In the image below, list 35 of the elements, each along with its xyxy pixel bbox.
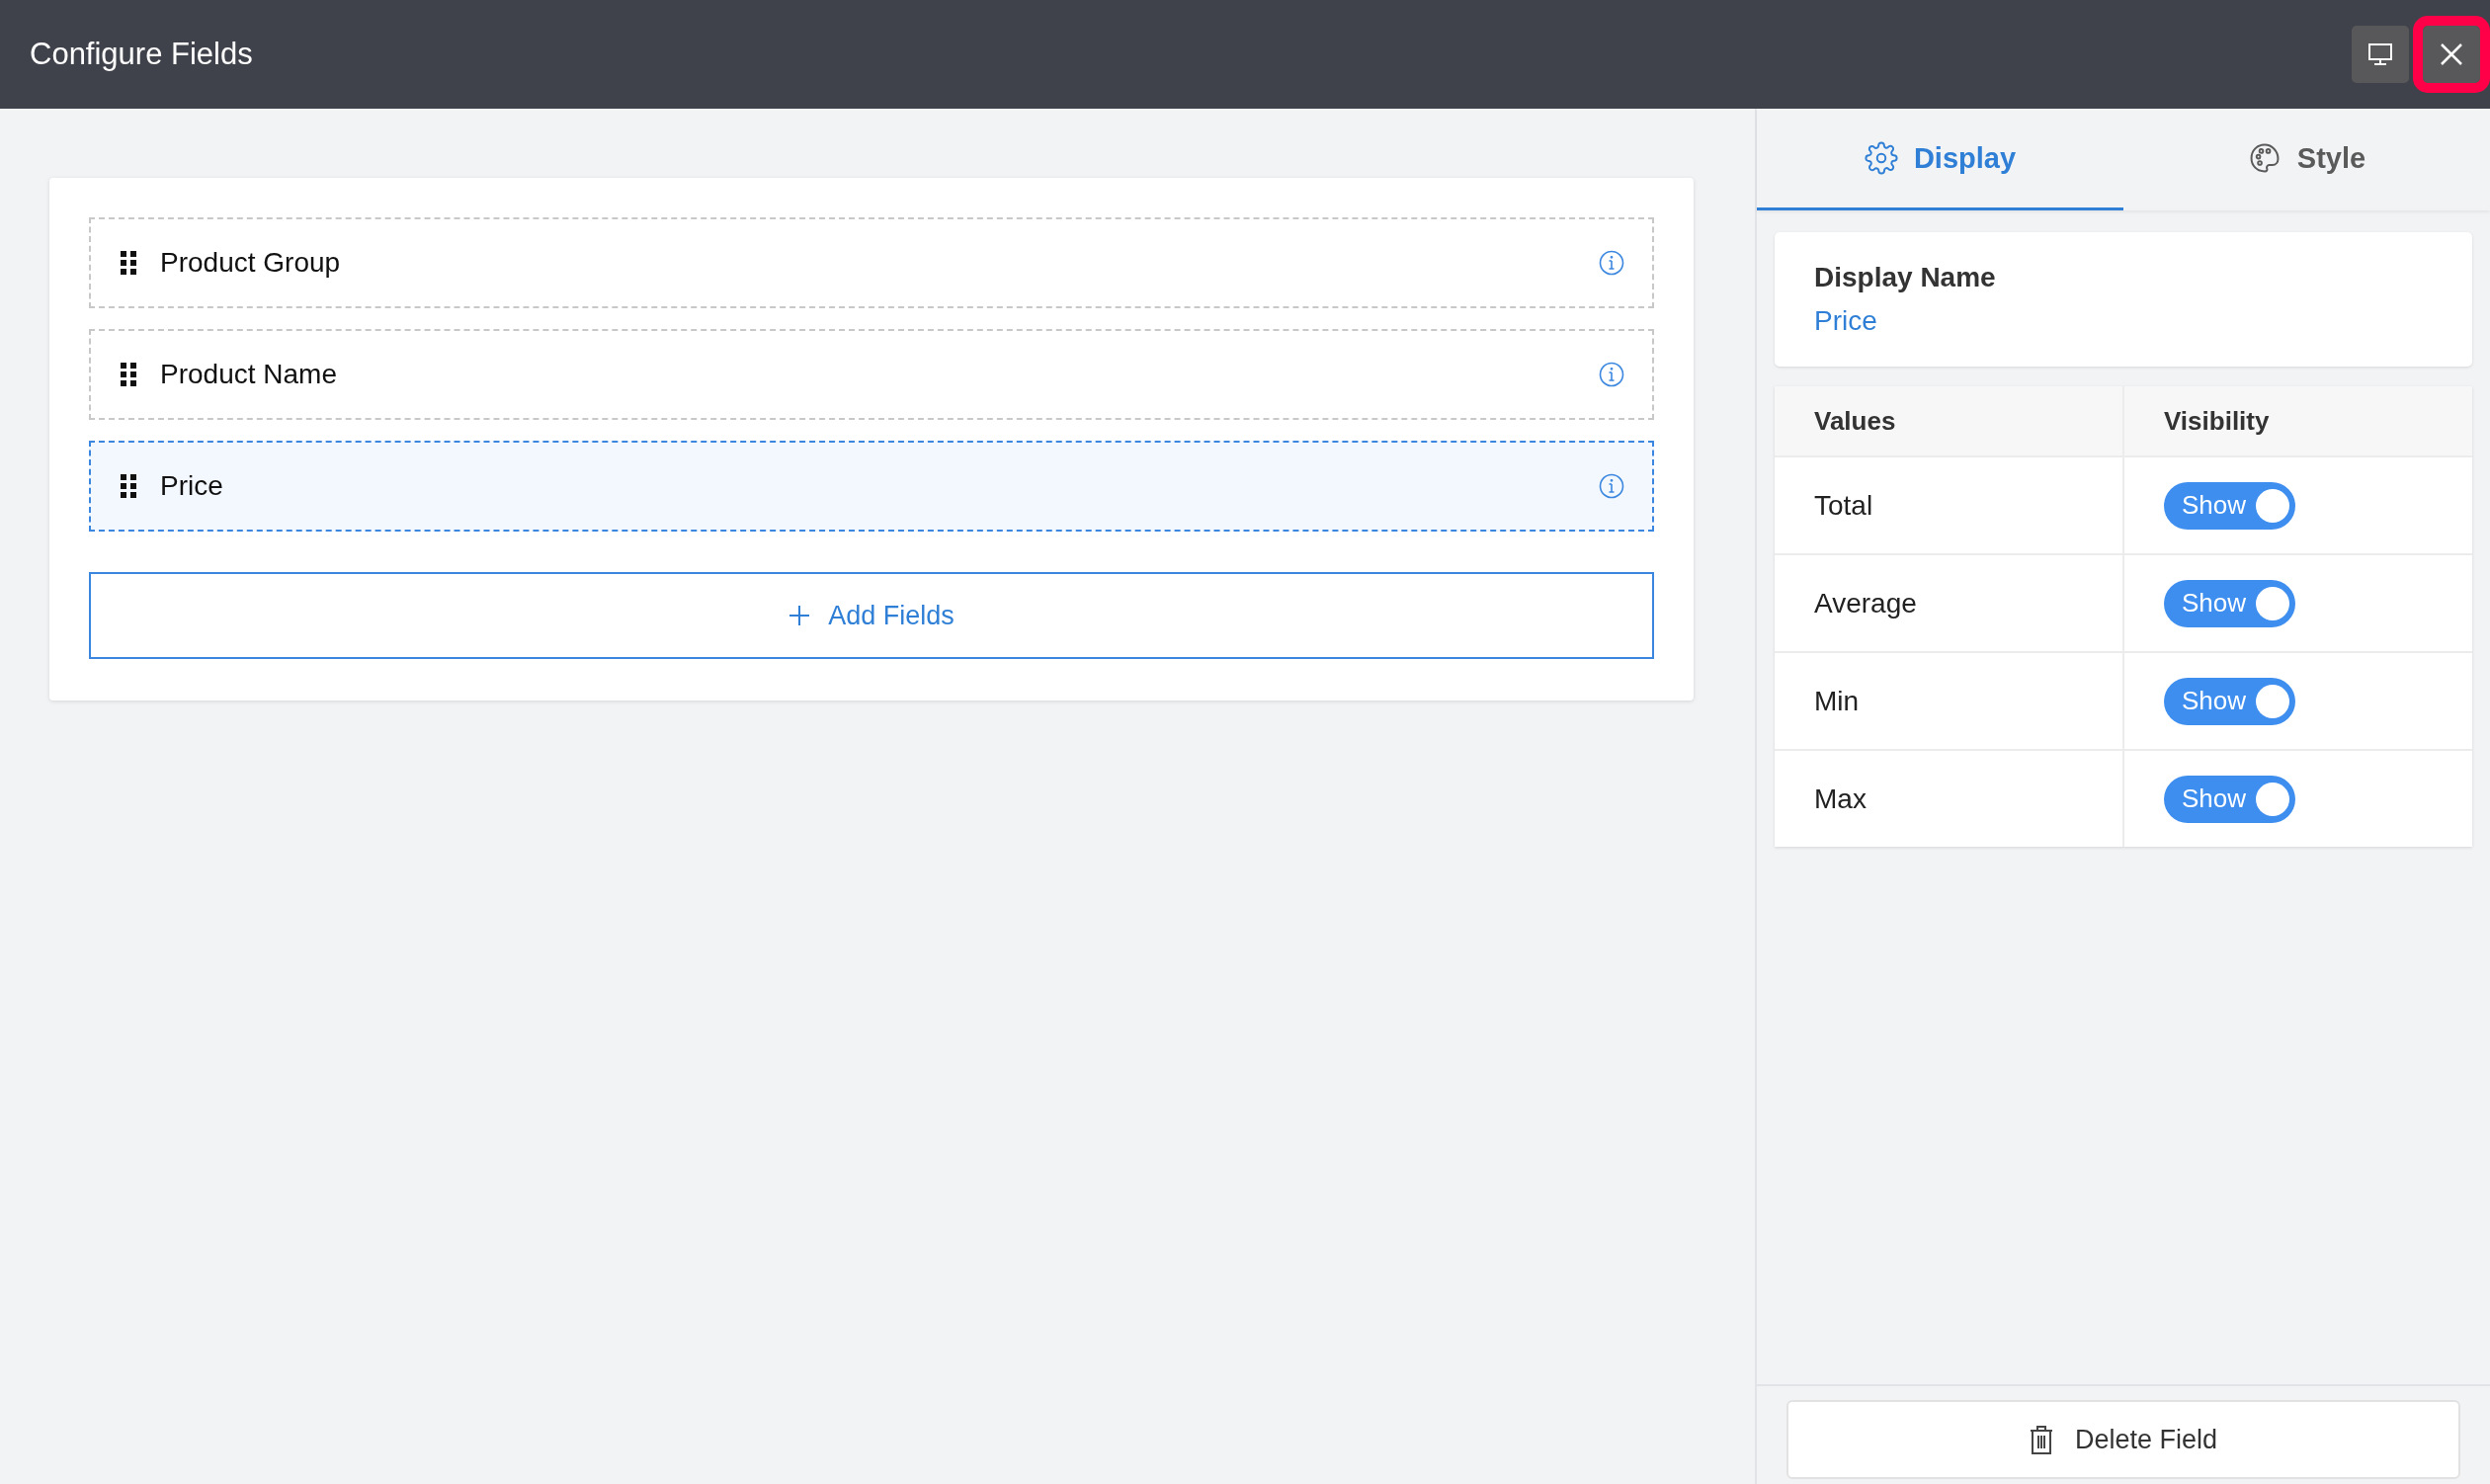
drag-handle-icon[interactable] (121, 474, 136, 498)
window-title: Configure Fields (30, 37, 254, 72)
value-cell: Average (1775, 554, 2123, 652)
value-cell: Max (1775, 750, 2123, 847)
value-cell: Total (1775, 456, 2123, 554)
field-label: Product Group (160, 247, 342, 279)
field-label: Product Name (160, 359, 338, 390)
monitor-button[interactable] (2352, 26, 2409, 83)
field-item[interactable]: Product Name (89, 329, 1654, 420)
field-item[interactable]: Price (89, 441, 1654, 532)
info-icon[interactable] (1599, 362, 1624, 387)
close-icon (2439, 41, 2464, 67)
tab[interactable]: Style (2123, 109, 2490, 210)
drag-handle-icon[interactable] (121, 251, 136, 275)
trash-icon (2029, 1425, 2053, 1454)
tab[interactable]: Display (1757, 109, 2123, 210)
display-name-value[interactable]: Price (1814, 305, 2433, 337)
display-name-label: Display Name (1814, 262, 1997, 293)
gear-icon (1864, 141, 1898, 175)
visibility-toggle[interactable]: Show (2164, 579, 2296, 627)
info-icon[interactable] (1599, 473, 1624, 499)
plus-icon (788, 605, 811, 626)
field-item[interactable]: Product Group (89, 217, 1654, 308)
info-icon[interactable] (1599, 250, 1624, 276)
drag-handle-icon[interactable] (121, 363, 136, 386)
visibility-toggle[interactable]: Show (2164, 481, 2296, 530)
column-header: Values (1775, 386, 2123, 456)
visibility-toggle[interactable]: Show (2164, 775, 2296, 823)
delete-field-button[interactable]: Delete Field (1786, 1400, 2460, 1479)
add-fields-button[interactable]: Add Fields (89, 572, 1654, 659)
monitor-icon (2367, 41, 2393, 67)
field-label: Price (160, 470, 224, 502)
value-cell: Min (1775, 652, 2123, 750)
visibility-toggle[interactable]: Show (2164, 677, 2296, 725)
column-header: Visibility (2123, 386, 2472, 456)
